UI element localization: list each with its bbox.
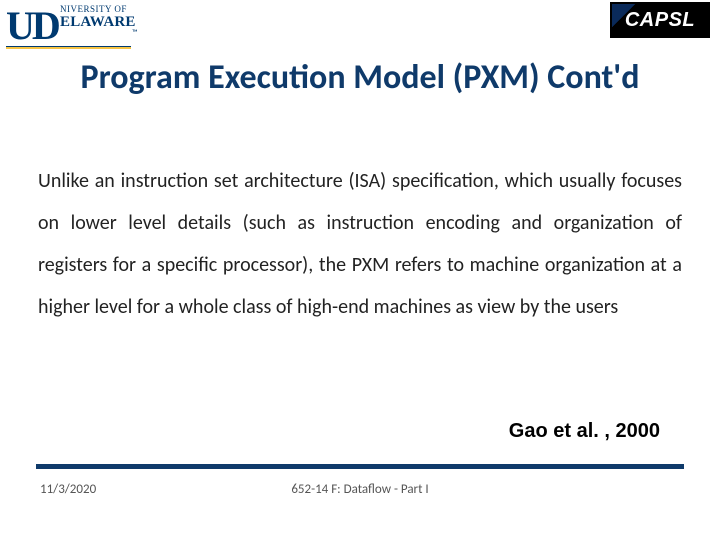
- capsl-logo: CAPSL: [610, 2, 710, 38]
- ud-line2: ELAWARE: [60, 14, 136, 31]
- footer-center: 652-14 F: Dataflow - Part I: [0, 482, 720, 497]
- capsl-label: CAPSL: [625, 9, 695, 32]
- slide-title: Program Execution Model (PXM) Cont'd: [0, 58, 720, 97]
- footer-rule: [36, 464, 684, 469]
- ud-logo: UD NIVERSITY OF ELAWARE ™: [6, 2, 146, 57]
- citation: Gao et al. , 2000: [509, 420, 660, 443]
- logo-underline: [6, 46, 131, 49]
- ud-monogram: UD: [6, 2, 58, 49]
- slide-body-text: Unlike an instruction set architecture (…: [38, 160, 682, 328]
- trademark-symbol: ™: [132, 28, 138, 38]
- ud-line1: NIVERSITY OF: [60, 4, 127, 14]
